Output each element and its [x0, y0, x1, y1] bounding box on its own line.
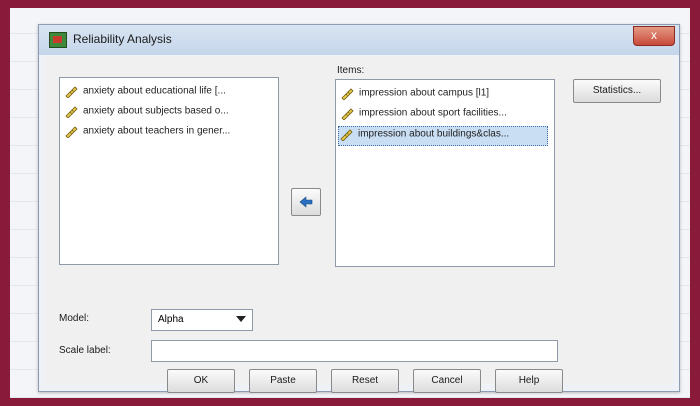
- items-list[interactable]: impression about campus [l1] impression …: [335, 79, 555, 267]
- list-item[interactable]: impression about sport facilities...: [340, 106, 507, 124]
- ruler-icon: [340, 129, 353, 141]
- list-item-label: anxiety about teachers in gener...: [83, 125, 231, 137]
- cancel-button[interactable]: Cancel: [413, 369, 481, 393]
- paste-button[interactable]: Paste: [249, 369, 317, 393]
- list-item-label: impression about buildings&clas...: [358, 128, 510, 140]
- statistics-button[interactable]: Statistics...: [573, 79, 661, 103]
- dialog-title: Reliability Analysis: [73, 32, 172, 46]
- title-bar: Reliability Analysis x: [39, 25, 679, 55]
- chevron-down-icon: [236, 316, 246, 322]
- ruler-icon: [65, 106, 78, 118]
- reliability-analysis-dialog: Reliability Analysis x anxiety about edu…: [38, 24, 680, 393]
- list-item-label: impression about sport facilities...: [359, 107, 507, 119]
- items-label: Items:: [337, 65, 365, 76]
- ruler-icon: [341, 108, 354, 120]
- ruler-icon: [65, 126, 78, 138]
- ok-button[interactable]: OK: [167, 369, 235, 393]
- list-item[interactable]: anxiety about educational life [...: [64, 84, 226, 102]
- help-button[interactable]: Help: [495, 369, 563, 393]
- move-arrow-icon: [299, 196, 313, 208]
- model-select-value: Alpha: [158, 314, 184, 325]
- reset-button[interactable]: Reset: [331, 369, 399, 393]
- list-item[interactable]: impression about campus [l1]: [340, 86, 489, 104]
- app-icon: [49, 32, 67, 48]
- move-items-button[interactable]: [291, 188, 321, 216]
- ruler-icon: [65, 86, 78, 98]
- scale-label-label: Scale label:: [59, 345, 111, 356]
- dialog-body: anxiety about educational life [... anxi…: [45, 57, 673, 393]
- available-variables-list[interactable]: anxiety about educational life [... anxi…: [59, 77, 279, 265]
- list-item-label: anxiety about educational life [...: [83, 85, 226, 97]
- model-select[interactable]: Alpha: [151, 309, 253, 331]
- list-item-label: impression about campus [l1]: [359, 87, 490, 99]
- list-item-label: anxiety about subjects based o...: [83, 105, 229, 117]
- list-item[interactable]: anxiety about subjects based o...: [64, 104, 229, 122]
- ruler-icon: [341, 88, 354, 100]
- model-label: Model:: [59, 313, 90, 324]
- scale-label-input[interactable]: [151, 340, 558, 362]
- close-button[interactable]: x: [633, 26, 675, 46]
- list-item-selected[interactable]: impression about buildings&clas...: [338, 126, 548, 146]
- list-item[interactable]: anxiety about teachers in gener...: [64, 124, 230, 142]
